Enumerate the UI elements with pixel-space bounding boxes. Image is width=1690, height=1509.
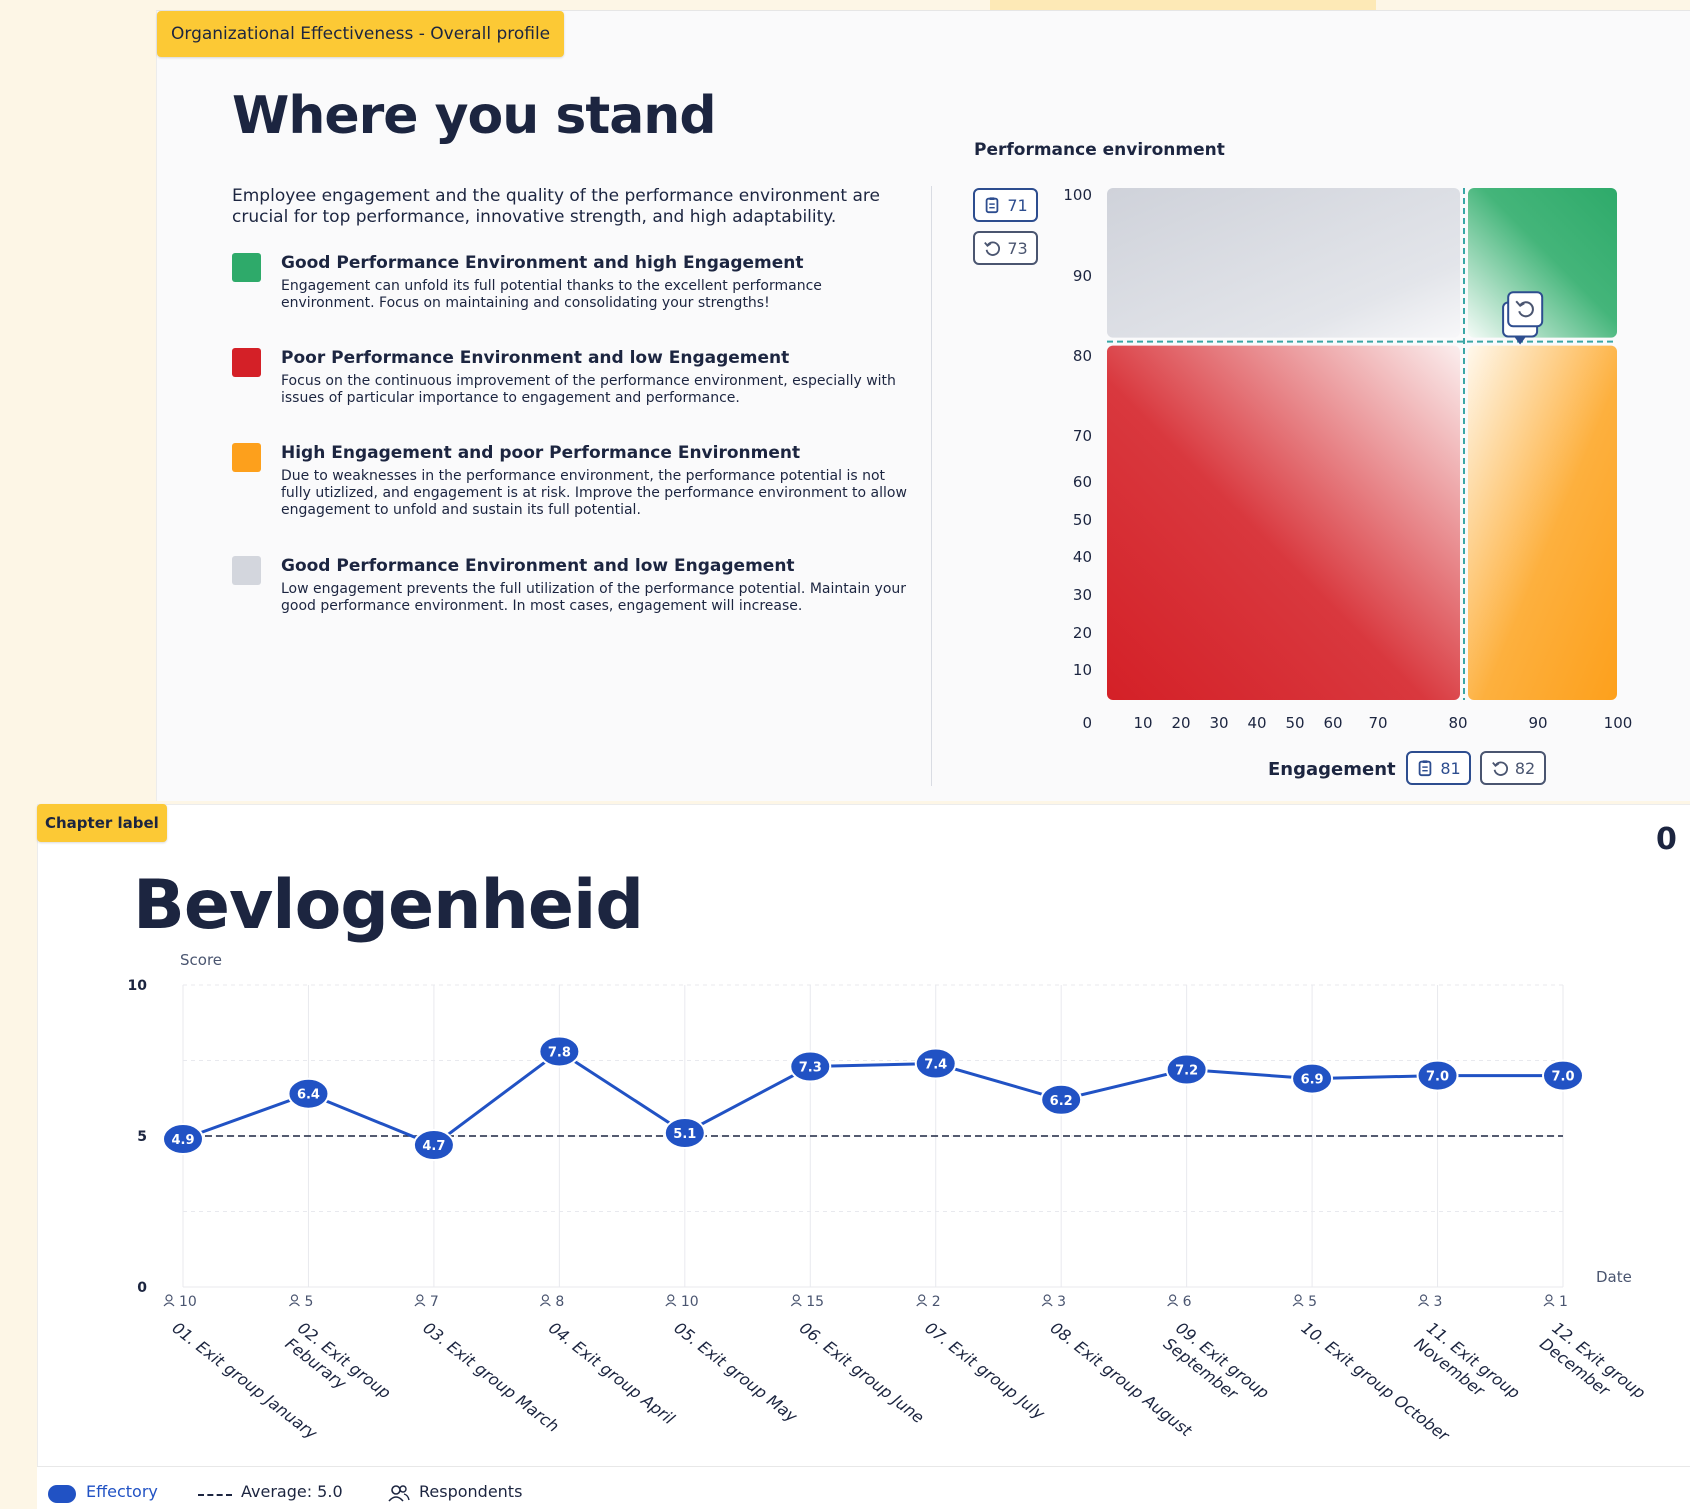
average-legend-marker	[198, 1494, 232, 1496]
respondents-icon	[290, 1294, 299, 1302]
data-label: 5.1	[673, 1127, 696, 1142]
effectory-series-line	[182, 1049, 1563, 1147]
data-point[interactable]: 6.9	[1291, 1062, 1334, 1095]
data-label: 6.2	[1050, 1094, 1073, 1109]
respondent-count: 8	[539, 1294, 564, 1310]
respondents-icon	[792, 1294, 800, 1302]
respondent-value: 2	[932, 1294, 941, 1310]
line-chart: Score Date 10 5 0 4.9 6.4 4.7 7.8 5.1 7.3 7.4 6.2 7.…	[128, 951, 1650, 1446]
y-tick-label: 0	[137, 1280, 147, 1296]
respondent-value: 15	[806, 1294, 824, 1310]
data-label: 4.9	[171, 1133, 194, 1148]
y-axis-label: Score	[180, 951, 222, 969]
data-point[interactable]: 6.4	[287, 1077, 330, 1110]
data-label: 7.4	[924, 1058, 947, 1073]
legend-respondents-label[interactable]: Respondents	[419, 1482, 522, 1501]
respondent-value: 10	[681, 1294, 699, 1310]
respondents-icon	[1545, 1294, 1553, 1302]
legend-average-label[interactable]: Average: 5.0	[241, 1482, 343, 1501]
respondent-value: 1	[1559, 1294, 1568, 1310]
data-point[interactable]: 7.8	[538, 1035, 581, 1068]
x-tick-label: 04. Exit group April	[545, 1318, 679, 1428]
y-tick-label: 10	[128, 978, 148, 994]
data-point[interactable]: 5.1	[663, 1116, 706, 1149]
respondents-icon	[1169, 1294, 1177, 1302]
respondent-value: 8	[555, 1294, 564, 1310]
respondents-icon	[388, 1485, 410, 1502]
respondent-count: 10	[163, 1294, 197, 1310]
respondent-value: 6	[1183, 1294, 1192, 1310]
data-point[interactable]: 7.0	[1542, 1059, 1584, 1092]
respondent-count: 5	[1292, 1294, 1317, 1310]
x-tick-label: 05. Exit group May	[670, 1318, 801, 1426]
respondent-count: 3	[1041, 1294, 1066, 1310]
x-tick-label: 12. Exit groupDecember	[1536, 1318, 1649, 1418]
respondent-count: 6	[1167, 1294, 1192, 1310]
respondents-icon	[165, 1294, 173, 1302]
respondents-icon	[416, 1294, 424, 1302]
data-point[interactable]: 6.2	[1040, 1083, 1083, 1116]
respondent-count: 7	[414, 1294, 439, 1310]
respondent-value: 7	[430, 1294, 439, 1310]
respondent-value: 3	[1434, 1294, 1443, 1310]
data-point[interactable]: 7.0	[1416, 1059, 1459, 1092]
data-label: 7.8	[548, 1045, 571, 1060]
respondent-value: 10	[179, 1294, 197, 1310]
data-label: 7.0	[1551, 1070, 1574, 1085]
respondents-icon	[918, 1294, 926, 1302]
respondent-count: 1	[1543, 1294, 1568, 1310]
respondent-value: 5	[1308, 1294, 1317, 1310]
data-label: 6.9	[1301, 1073, 1324, 1088]
data-point[interactable]: 7.4	[914, 1047, 957, 1080]
respondent-count: 15	[790, 1294, 824, 1310]
respondent-count: 2	[916, 1294, 941, 1310]
data-point[interactable]: 7.2	[1165, 1053, 1208, 1086]
effectory-legend-marker	[48, 1485, 76, 1503]
data-point[interactable]: 7.3	[789, 1050, 832, 1083]
y-tick-label: 5	[137, 1129, 147, 1145]
data-label: 7.3	[799, 1061, 822, 1076]
respondent-value: 5	[304, 1294, 313, 1310]
data-point[interactable]: 4.7	[412, 1129, 455, 1162]
x-tick-label: 07. Exit group July	[921, 1318, 1049, 1424]
x-axis-label: Date	[1596, 1268, 1632, 1286]
respondents-icon	[1419, 1294, 1428, 1302]
x-tick-label: 11. Exit groupNovember	[1411, 1318, 1524, 1418]
respondents-icon	[667, 1294, 675, 1302]
x-tick-label: 02. Exit groupFeburary	[282, 1318, 395, 1418]
respondent-value: 3	[1057, 1294, 1066, 1310]
respondent-count: 10	[665, 1294, 699, 1310]
data-point[interactable]: 4.9	[162, 1123, 204, 1156]
legend-series-label[interactable]: Effectory	[86, 1482, 158, 1501]
x-tick-label: 09. Exit groupSeptember	[1160, 1318, 1273, 1418]
respondents-icon	[1294, 1294, 1302, 1302]
data-label: 7.0	[1426, 1070, 1449, 1085]
x-tick-label: 06. Exit group June	[796, 1318, 928, 1427]
data-label: 6.4	[297, 1088, 320, 1103]
respondent-count: 3	[1418, 1294, 1443, 1310]
respondent-count: 5	[288, 1294, 313, 1310]
respondents-icon	[541, 1294, 549, 1302]
data-label: 7.2	[1175, 1064, 1198, 1079]
respondents-icon	[1043, 1294, 1051, 1302]
data-label: 4.7	[422, 1139, 445, 1154]
x-tick-label: 03. Exit group March	[419, 1318, 562, 1436]
